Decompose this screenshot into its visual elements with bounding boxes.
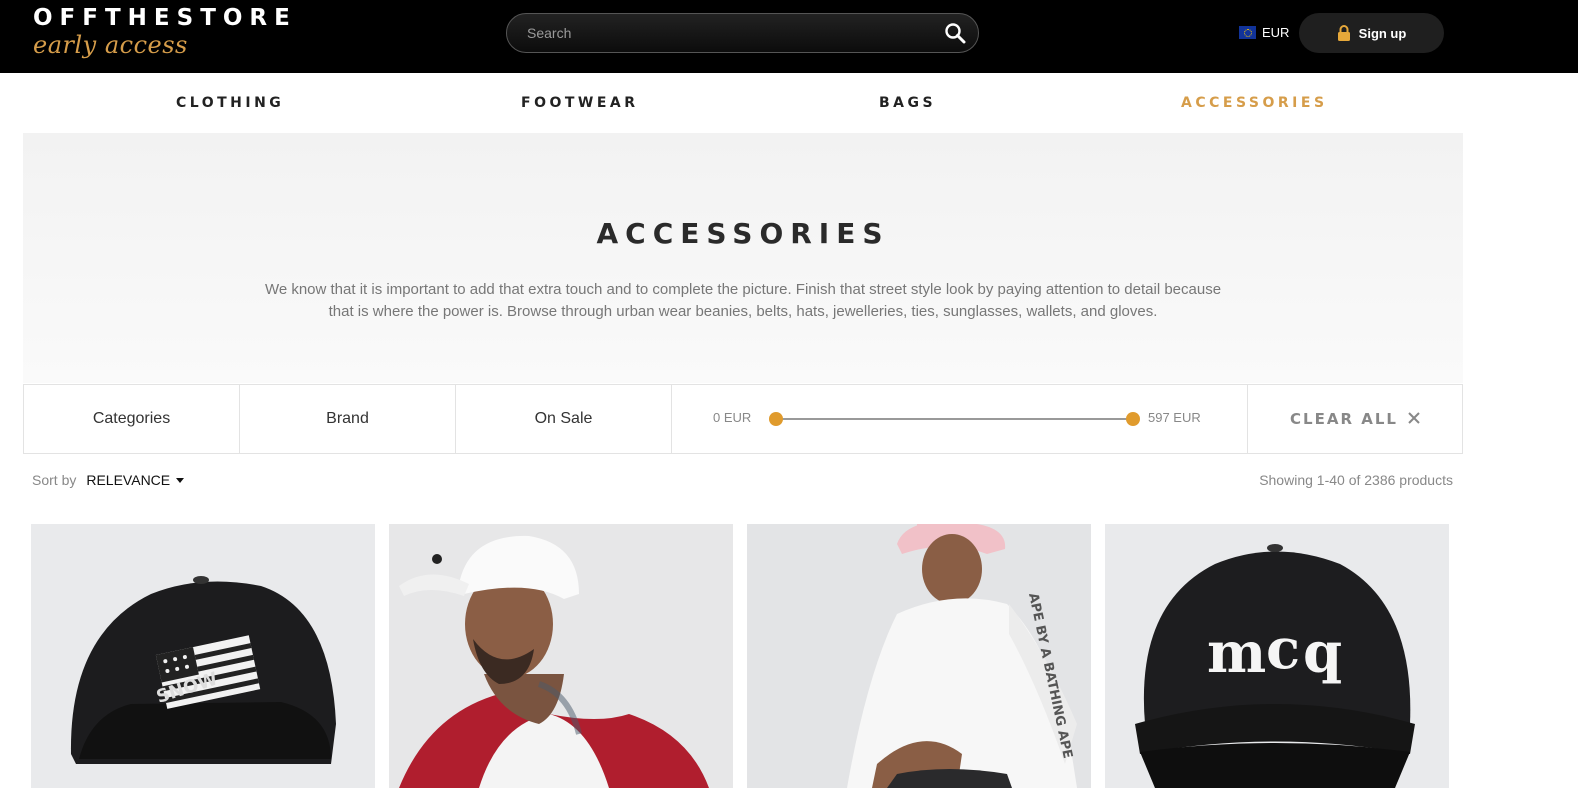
page-title: ACCESSORIES: [596, 217, 890, 250]
product-card[interactable]: [389, 524, 733, 788]
results-count: Showing 1-40 of 2386 products: [1259, 472, 1453, 488]
price-max-label: 597 EUR: [1148, 410, 1201, 425]
nav-item-clothing[interactable]: CLOTHING: [176, 95, 284, 111]
close-icon: [1408, 410, 1420, 428]
price-min-handle[interactable]: [769, 412, 783, 426]
top-bar: OFFTHESTORE early access EUR Sign up: [0, 0, 1578, 73]
caret-down-icon: [176, 477, 185, 483]
category-description: We know that it is important to add that…: [264, 281, 1222, 320]
black-cap-mcq-logo-image: m c q: [1105, 524, 1449, 788]
model-white-cap-red-jacket-image: [389, 524, 733, 788]
svg-text:m: m: [1207, 620, 1266, 686]
category-nav: CLOTHING FOOTWEAR BAGS ACCESSORIES: [0, 73, 1578, 133]
search-icon[interactable]: [944, 22, 966, 44]
sign-up-button[interactable]: Sign up: [1299, 13, 1444, 53]
price-slider-track[interactable]: [776, 418, 1133, 420]
nav-item-bags[interactable]: BAGS: [879, 95, 936, 111]
search-input[interactable]: [527, 14, 927, 52]
logo-tagline: early access: [33, 31, 188, 59]
logo-wordmark[interactable]: OFFTHESTORE: [33, 5, 297, 31]
svg-text:c: c: [1266, 616, 1300, 682]
product-card[interactable]: SNOW: [31, 524, 375, 788]
price-max-handle[interactable]: [1126, 412, 1140, 426]
model-pink-cap-white-longsleeve-image: APE BY A BATHING APE: [747, 524, 1091, 788]
on-sale-filter[interactable]: On Sale: [456, 385, 672, 453]
clear-all-label: CLEAR ALL: [1290, 410, 1398, 428]
sort-row: Sort by RELEVANCE: [32, 472, 185, 488]
search-box: [506, 13, 979, 53]
product-card[interactable]: APE BY A BATHING APE: [747, 524, 1091, 788]
brand-filter[interactable]: Brand: [240, 385, 456, 453]
nav-item-footwear[interactable]: FOOTWEAR: [521, 95, 639, 111]
sort-dropdown[interactable]: RELEVANCE: [86, 472, 185, 488]
currency-selector[interactable]: EUR: [1239, 25, 1289, 40]
price-range-slider: 0 EUR 597 EUR: [672, 385, 1248, 453]
product-card[interactable]: m c q: [1105, 524, 1449, 788]
black-cap-with-flag-patch-image: SNOW: [31, 524, 375, 788]
svg-text:q: q: [1303, 620, 1342, 686]
sign-up-label: Sign up: [1358, 25, 1407, 41]
currency-label: EUR: [1262, 25, 1290, 40]
lock-icon: [1337, 25, 1351, 41]
clear-all-button[interactable]: CLEAR ALL: [1248, 385, 1462, 453]
nav-item-accessories[interactable]: ACCESSORIES: [1181, 95, 1328, 111]
price-min-label: 0 EUR: [713, 410, 752, 425]
filter-bar: Categories Brand On Sale 0 EUR 597 EUR C…: [23, 384, 1463, 454]
eu-flag-icon: [1239, 26, 1256, 39]
sort-value: RELEVANCE: [86, 472, 171, 488]
sort-label: Sort by: [32, 472, 77, 488]
category-hero: ACCESSORIES We know that it is important…: [23, 133, 1463, 383]
categories-filter[interactable]: Categories: [24, 385, 240, 453]
